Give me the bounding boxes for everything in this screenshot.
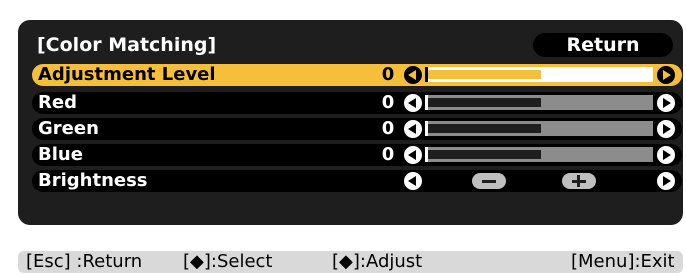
arrow-left-icon[interactable] [404,120,422,138]
slider-fill [428,150,541,159]
green-slider[interactable] [425,121,653,136]
arrow-left-icon[interactable] [404,146,422,164]
blue-slider[interactable] [425,147,653,162]
arrow-right-icon[interactable] [657,66,675,84]
row-label: Green [38,118,99,139]
footer-adjust-hint: [◆]:Adjust [332,251,423,272]
arrow-right-icon[interactable] [657,146,675,164]
footer-esc-hint: [Esc] :Return [26,251,143,272]
row-red[interactable]: Red 0 [32,92,682,114]
plus-icon[interactable] [562,173,596,189]
footer-select-hint: [◆]:Select [183,251,273,272]
row-value: 0 [381,118,395,139]
row-label: Brightness [38,170,148,191]
minus-icon[interactable] [472,173,506,189]
arrow-left-icon[interactable] [404,66,422,84]
row-value: 0 [381,64,395,85]
arrow-left-icon[interactable] [404,94,422,112]
slider-fill [428,98,541,107]
arrow-left-icon[interactable] [404,172,422,190]
row-green[interactable]: Green 0 [32,118,682,140]
row-label: Adjustment Level [38,64,216,85]
color-matching-panel: [Color Matching] Return Adjustment Level… [18,20,683,225]
row-value: 0 [381,144,395,165]
arrow-right-icon[interactable] [657,172,675,190]
row-blue[interactable]: Blue 0 [32,144,682,166]
row-adjustment-level[interactable]: Adjustment Level 0 [32,64,682,86]
footer-menu-hint: [Menu]:Exit [571,251,675,272]
arrow-right-icon[interactable] [657,94,675,112]
return-button[interactable]: Return [533,33,673,57]
panel-title: [Color Matching] [37,34,217,56]
row-label: Red [38,92,77,113]
slider-fill [428,70,541,79]
help-footer: [Esc] :Return [◆]:Select [◆]:Adjust [Men… [18,251,683,273]
slider-fill [428,124,541,133]
row-value: 0 [381,92,395,113]
level-slider[interactable] [425,67,653,82]
row-brightness[interactable]: Brightness [32,170,682,192]
arrow-right-icon[interactable] [657,120,675,138]
red-slider[interactable] [425,95,653,110]
row-label: Blue [38,144,83,165]
